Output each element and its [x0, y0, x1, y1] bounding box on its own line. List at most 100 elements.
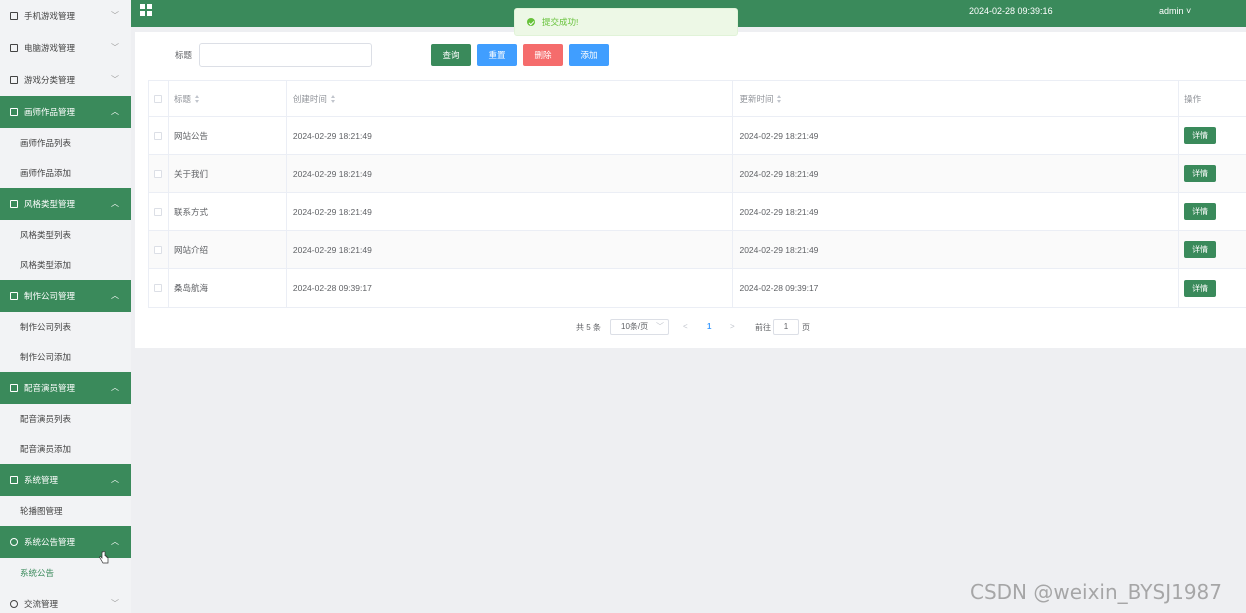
cell-created: 2024-02-29 18:21:49	[287, 231, 734, 268]
menu-toggle-icon[interactable]	[140, 4, 152, 16]
sidebar-item-studio-list[interactable]: 制作公司列表	[0, 312, 131, 342]
cell-actions: 详情	[1179, 269, 1246, 307]
info-icon	[10, 538, 18, 546]
chevron-up-icon: ︿	[111, 291, 119, 300]
delete-button[interactable]: 删除	[523, 44, 563, 66]
sidebar-item-carousel[interactable]: 轮播图管理	[0, 496, 131, 526]
search-title-input[interactable]	[199, 43, 372, 67]
cell-created: 2024-02-29 18:21:49	[287, 117, 734, 154]
menu-group-pc-games[interactable]: 电脑游戏管理 ﹀	[0, 32, 131, 64]
menu-group-label: 制作公司管理	[24, 291, 76, 301]
menu-group-label: 交流管理	[24, 599, 59, 609]
sidebar-item-announcement[interactable]: 系统公告	[0, 558, 131, 588]
folder-icon	[10, 108, 18, 116]
cell-title: 关于我们	[169, 155, 287, 192]
page-size-select[interactable]: 10条/页 ﹀	[610, 319, 669, 335]
header-title[interactable]: 标题	[169, 81, 287, 116]
menu-group-voice-actor[interactable]: 配音演员管理 ︿	[0, 372, 131, 404]
sidebar-item-artist-works-add[interactable]: 画师作品添加	[0, 158, 131, 188]
detail-button[interactable]: 详情	[1184, 241, 1217, 258]
folder-icon	[10, 12, 18, 20]
chevron-up-icon: ︿	[111, 107, 119, 116]
detail-button[interactable]: 详情	[1184, 127, 1217, 144]
sidebar-item-artist-works-list[interactable]: 画师作品列表	[0, 128, 131, 158]
sidebar-item-studio-add[interactable]: 制作公司添加	[0, 342, 131, 372]
goto-label: 前往	[755, 323, 771, 332]
menu-group-style-type[interactable]: 风格类型管理 ︿	[0, 188, 131, 220]
sidebar-item-style-type-add[interactable]: 风格类型添加	[0, 250, 131, 280]
prev-page-icon[interactable]: <	[683, 322, 688, 331]
chevron-down-icon: ﹀	[111, 75, 119, 84]
select-all-checkbox[interactable]	[154, 94, 163, 103]
header-label: 创建时间	[292, 93, 327, 104]
row-checkbox[interactable]	[154, 207, 163, 216]
chevron-up-icon: ︿	[111, 537, 119, 546]
sort-icon[interactable]	[330, 94, 336, 103]
menu-group-label: 游戏分类管理	[24, 75, 76, 85]
reset-button[interactable]: 重置	[477, 44, 517, 66]
sidebar: 手机游戏管理 ﹀ 电脑游戏管理 ﹀ 游戏分类管理 ﹀ 画师作品管理 ︿ 画师作品…	[0, 0, 131, 613]
table-row: 关于我们 2024-02-29 18:21:49 2024-02-29 18:2…	[149, 155, 1246, 193]
header-actions: 操作	[1179, 81, 1246, 116]
menu-group-game-category[interactable]: 游戏分类管理 ﹀	[0, 64, 131, 96]
chevron-down-icon: ˅	[1183, 6, 1192, 16]
sidebar-item-voice-actor-add[interactable]: 配音演员添加	[0, 434, 131, 464]
sort-icon[interactable]	[777, 94, 782, 103]
cell-created: 2024-02-29 18:21:49	[287, 193, 734, 230]
row-checkbox[interactable]	[154, 169, 163, 178]
menu-group-mobile-games[interactable]: 手机游戏管理 ﹀	[0, 0, 131, 32]
menu-group-studio[interactable]: 制作公司管理 ︿	[0, 280, 131, 312]
header-updated[interactable]: 更新时间	[733, 81, 1180, 116]
header-checkbox-cell	[149, 81, 169, 116]
row-checkbox[interactable]	[154, 131, 163, 140]
cell-title: 桑岛航海	[169, 269, 287, 307]
image-icon	[10, 476, 18, 484]
header-created[interactable]: 创建时间	[287, 81, 734, 116]
detail-button[interactable]: 详情	[1184, 203, 1217, 220]
folder-icon	[10, 44, 18, 52]
row-checkbox[interactable]	[154, 245, 163, 254]
chevron-up-icon: ︿	[111, 383, 119, 392]
table-row: 桑岛航海 2024-02-28 09:39:17 2024-02-28 09:3…	[149, 269, 1246, 307]
header-label: 更新时间	[739, 93, 774, 104]
table-row: 网站介绍 2024-02-29 18:21:49 2024-02-29 18:2…	[149, 231, 1246, 269]
detail-button[interactable]: 详情	[1184, 279, 1217, 297]
main-panel: 标题 查询 重置 删除 添加 标题 创建时间 更新时间 操作 网站公告 2024…	[135, 32, 1246, 348]
sort-icon[interactable]	[195, 94, 200, 103]
success-toast: 提交成功!	[514, 8, 738, 36]
cell-actions: 详情	[1179, 155, 1246, 192]
sidebar-item-style-type-list[interactable]: 风格类型列表	[0, 220, 131, 250]
cell-updated: 2024-02-29 18:21:49	[733, 117, 1180, 154]
menu-group-exchange[interactable]: 交流管理 ﹀	[0, 588, 131, 613]
menu-group-announcement[interactable]: 系统公告管理 ︿	[0, 526, 131, 558]
user-menu[interactable]: admin ˅	[1159, 6, 1191, 16]
menu-group-label: 配音演员管理	[24, 383, 76, 393]
page-suffix-label: 页	[802, 323, 810, 332]
cell-updated: 2024-02-28 09:39:17	[733, 269, 1180, 307]
table-row: 联系方式 2024-02-29 18:21:49 2024-02-29 18:2…	[149, 193, 1246, 231]
search-title-label: 标题	[175, 50, 193, 60]
menu-group-artist-works[interactable]: 画师作品管理 ︿	[0, 96, 131, 128]
next-page-icon[interactable]: >	[730, 322, 735, 331]
add-button[interactable]: 添加	[569, 44, 609, 66]
header-label: 标题	[173, 93, 191, 104]
chevron-up-icon: ︿	[111, 199, 119, 208]
menu-group-label: 画师作品管理	[24, 107, 76, 117]
menu-group-label: 系统公告管理	[24, 537, 76, 547]
row-checkbox[interactable]	[154, 284, 163, 292]
cell-updated: 2024-02-29 18:21:49	[733, 193, 1180, 230]
menu-group-label: 手机游戏管理	[24, 11, 76, 21]
username: admin	[1159, 6, 1184, 16]
toast-message: 提交成功!	[542, 17, 579, 27]
sidebar-item-voice-actor-list[interactable]: 配音演员列表	[0, 404, 131, 434]
menu-group-system[interactable]: 系统管理 ︿	[0, 464, 131, 496]
detail-button[interactable]: 详情	[1184, 165, 1217, 182]
page-number-current[interactable]: 1	[707, 322, 711, 331]
chevron-down-icon: ﹀	[111, 599, 119, 608]
goto-page-input[interactable]: 1	[773, 319, 799, 335]
cell-created: 2024-02-29 18:21:49	[287, 155, 734, 192]
query-button[interactable]: 查询	[431, 44, 471, 66]
cell-created: 2024-02-28 09:39:17	[287, 269, 734, 307]
folder-icon	[10, 200, 18, 208]
menu-group-label: 电脑游戏管理	[24, 43, 76, 53]
